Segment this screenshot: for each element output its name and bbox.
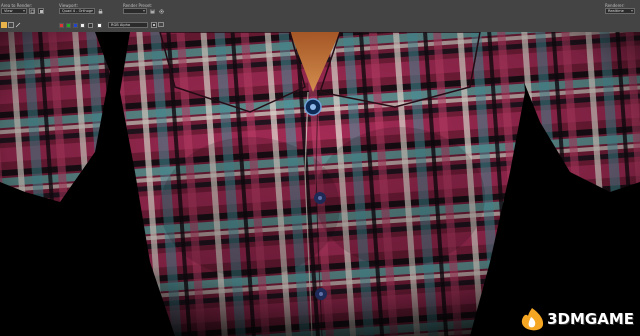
gear-icon[interactable] xyxy=(158,8,164,14)
shirt-button xyxy=(304,98,322,116)
clone-icon[interactable] xyxy=(15,22,21,29)
render-preset-group: Render Preset: ▾ xyxy=(123,3,164,14)
orange-flame-logo-icon xyxy=(521,308,544,331)
clear-icon xyxy=(97,22,102,28)
viewport-dropdown[interactable]: Quad 4 - Orthogr ▾ xyxy=(59,8,95,14)
chevron-down-icon: ▾ xyxy=(22,8,25,13)
rendered-plaid-shirt-image xyxy=(0,32,640,336)
alpha-channel-icon xyxy=(80,22,85,28)
edit-region-button[interactable] xyxy=(29,8,36,14)
render-viewport[interactable]: 3DMGAME xyxy=(0,32,640,336)
clear-button[interactable] xyxy=(97,22,102,28)
chevron-down-icon: ▾ xyxy=(630,8,633,13)
renderer-value: Realtime xyxy=(608,9,624,13)
display-icon[interactable] xyxy=(158,22,164,29)
chevron-down-icon: ▾ xyxy=(90,8,93,13)
render-frame-toolbar: Area to Render: View ▾ Viewport: Quad 4 … xyxy=(0,0,640,32)
viewport-value: Quad 4 - Orthogr xyxy=(62,9,93,13)
site-watermark: 3DMGAME xyxy=(519,306,634,332)
blue-channel-icon xyxy=(73,22,78,28)
auto-region-button[interactable] xyxy=(37,8,44,14)
blue-channel-toggle[interactable] xyxy=(73,22,78,28)
shirt-button xyxy=(314,192,326,204)
watermark-text: 3DMGAME xyxy=(547,310,634,328)
auto-region-icon xyxy=(39,10,43,13)
viewport-group: Viewport: Quad 4 - Orthogr ▾ xyxy=(59,3,103,14)
color-swatch-icon[interactable] xyxy=(151,22,157,29)
copy-icon[interactable] xyxy=(8,22,14,29)
shirt-button xyxy=(315,288,327,300)
area-to-render-group: Area to Render: View ▾ xyxy=(1,3,44,14)
region-icon xyxy=(30,9,35,14)
red-channel-toggle[interactable] xyxy=(59,22,64,28)
green-channel-toggle[interactable] xyxy=(66,22,71,28)
alpha-channel-toggle[interactable] xyxy=(80,22,85,28)
area-to-render-dropdown[interactable]: View ▾ xyxy=(1,8,27,14)
monochrome-icon xyxy=(88,22,93,28)
render-icon[interactable] xyxy=(1,22,7,29)
green-channel-icon xyxy=(66,22,71,28)
save-icon[interactable] xyxy=(150,9,155,14)
render-preset-dropdown[interactable]: ▾ xyxy=(123,8,147,14)
lock-icon[interactable] xyxy=(98,8,103,14)
display-channel-value: RGB Alpha xyxy=(108,22,148,28)
red-channel-icon xyxy=(59,22,64,28)
renderer-group: Renderer: Realtime ▾ xyxy=(605,3,635,14)
chevron-down-icon: ▾ xyxy=(142,8,145,13)
display-channel-dropdown[interactable]: RGB Alpha xyxy=(108,22,148,28)
monochrome-toggle[interactable] xyxy=(88,22,93,28)
area-to-render-value: View xyxy=(4,9,13,13)
renderer-dropdown[interactable]: Realtime ▾ xyxy=(605,8,635,14)
